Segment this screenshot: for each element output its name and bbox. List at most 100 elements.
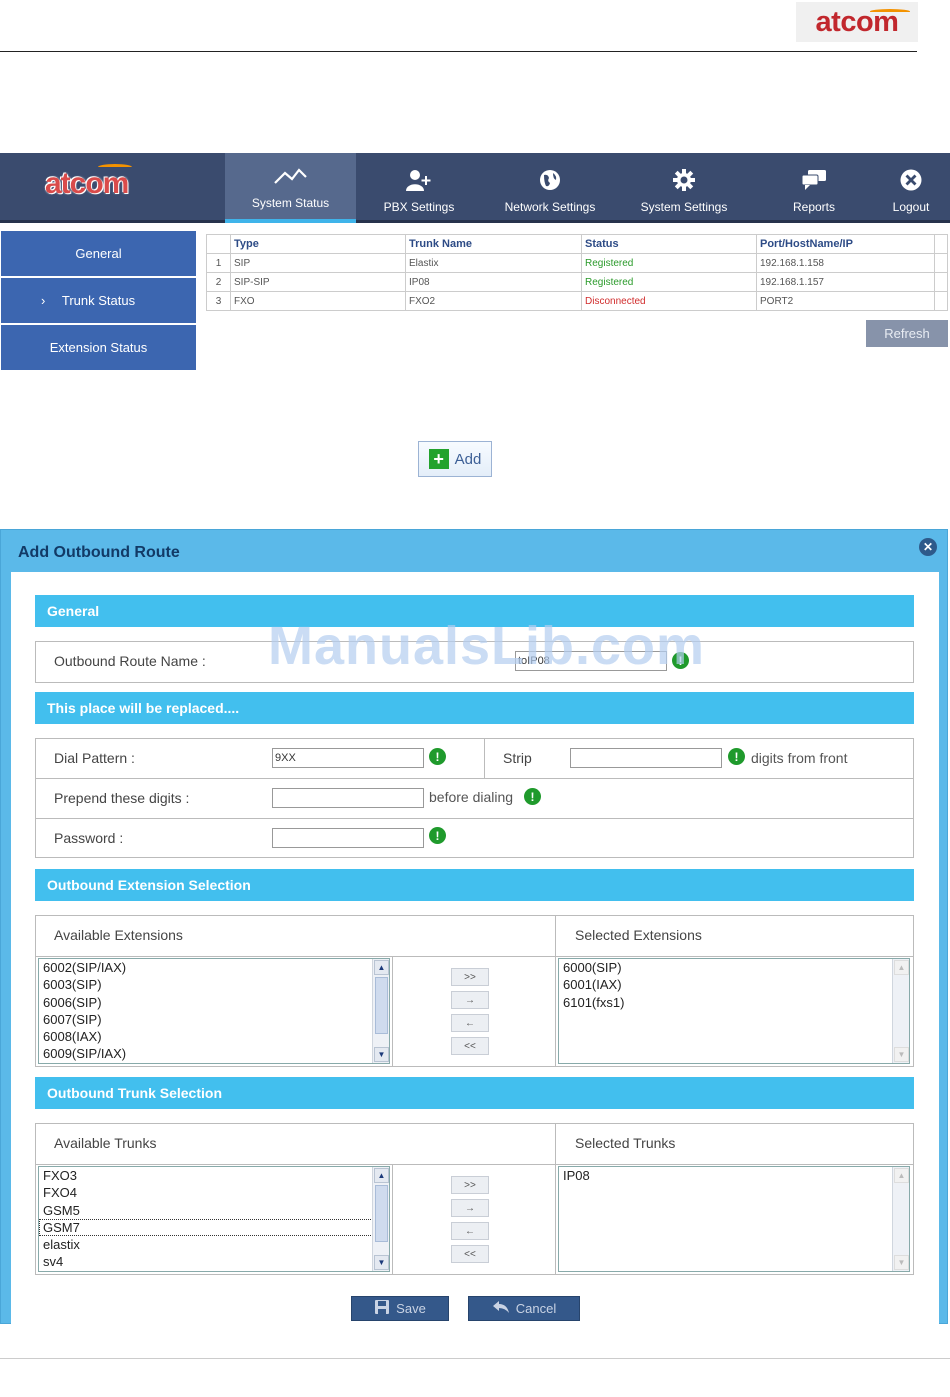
scroll-down-icon: ▼ — [894, 1255, 909, 1270]
scroll-up-icon[interactable]: ▲ — [374, 960, 389, 975]
available-trunks-list[interactable]: FXO3 FXO4 GSM5 GSM7 elastix sv4 ▲ ▼ — [38, 1166, 390, 1272]
cell-trunk-name: IP08 — [405, 272, 582, 292]
list-item[interactable]: IP08 — [559, 1167, 909, 1184]
prepend-input[interactable] — [272, 788, 424, 808]
prepend-suffix: before dialing — [429, 789, 514, 805]
app-logo-swoosh-icon — [98, 164, 133, 170]
move-all-left-button[interactable]: << — [451, 1245, 489, 1263]
password-label: Password : — [54, 830, 124, 846]
cell-empty — [934, 253, 948, 273]
nav-logout[interactable]: Logout — [878, 153, 944, 223]
move-left-button[interactable]: ← — [451, 1014, 489, 1032]
scroll-thumb[interactable] — [375, 977, 388, 1034]
reply-arrow-icon — [492, 1300, 510, 1317]
cell-host: PORT2 — [756, 291, 935, 311]
add-button[interactable]: + Add — [418, 441, 492, 477]
info-icon[interactable]: ! — [728, 748, 745, 765]
list-item[interactable]: 6007(SIP) — [39, 1011, 389, 1028]
move-all-right-button[interactable]: >> — [451, 968, 489, 986]
info-icon[interactable]: ! — [524, 788, 541, 805]
list-item[interactable]: 6009(SIP/IAX) — [39, 1045, 389, 1062]
scroll-thumb[interactable] — [375, 1185, 388, 1242]
move-right-button[interactable]: → — [451, 1199, 489, 1217]
scrollbar[interactable]: ▲ ▼ — [372, 1167, 389, 1271]
password-input[interactable] — [272, 828, 424, 848]
info-icon[interactable]: ! — [672, 652, 689, 669]
nav-network-settings[interactable]: Network Settings — [482, 153, 618, 223]
dial-pattern-input[interactable]: 9XX — [272, 748, 424, 768]
column-header-host: Port/HostName/IP — [756, 234, 935, 254]
sidebar-item-extension-status[interactable]: Extension Status — [1, 325, 196, 370]
save-button[interactable]: Save — [351, 1296, 449, 1321]
move-all-left-button[interactable]: << — [451, 1037, 489, 1055]
cancel-button[interactable]: Cancel — [468, 1296, 580, 1321]
nav-pbx-settings[interactable]: PBX Settings — [356, 153, 482, 223]
strip-input[interactable] — [570, 748, 722, 768]
list-item[interactable]: elastix — [39, 1236, 389, 1253]
logo-swoosh-icon — [870, 9, 910, 14]
list-item[interactable]: GSM5 — [39, 1202, 389, 1219]
trunk-status-table: Type Trunk Name Status Port/HostName/IP … — [206, 234, 948, 311]
nav-reports[interactable]: Reports — [750, 153, 878, 223]
cell-trunk-name: FXO2 — [405, 291, 582, 311]
info-icon[interactable]: ! — [429, 827, 446, 844]
scroll-down-icon[interactable]: ▼ — [374, 1047, 389, 1062]
scroll-up-icon[interactable]: ▲ — [374, 1168, 389, 1183]
section-general: General — [35, 595, 914, 627]
available-extensions-list[interactable]: 6002(SIP/IAX) 6003(SIP) 6006(SIP) 6007(S… — [38, 958, 390, 1064]
list-item[interactable]: GSM7 — [39, 1218, 389, 1237]
list-item[interactable]: 6006(SIP) — [39, 994, 389, 1011]
refresh-button[interactable]: Refresh — [866, 320, 948, 347]
info-icon[interactable]: ! — [429, 748, 446, 765]
available-trunks-label: Available Trunks — [54, 1135, 157, 1151]
sidebar-item-label: Extension Status — [49, 340, 148, 355]
sidebar-item-trunk-status[interactable]: › Trunk Status — [1, 278, 196, 323]
move-left-button[interactable]: ← — [451, 1222, 489, 1240]
move-right-button[interactable]: → — [451, 991, 489, 1009]
footer-rule — [0, 1358, 950, 1359]
selected-trunks-list[interactable]: IP08 ▲ ▼ — [558, 1166, 910, 1272]
selected-extensions-list[interactable]: 6000(SIP) 6001(IAX) 6101(fxs1) ▲ ▼ — [558, 958, 910, 1064]
nav-system-settings[interactable]: System Settings — [618, 153, 750, 223]
list-item[interactable]: 6001(IAX) — [559, 976, 909, 993]
list-item[interactable]: FXO4 — [39, 1184, 389, 1201]
row-number: 2 — [206, 272, 231, 292]
list-item[interactable]: 6003(SIP) — [39, 976, 389, 993]
col-divider — [392, 956, 393, 1066]
manual-page: atcom atcom System Status PBX Settings N… — [0, 0, 950, 1397]
scrollbar[interactable]: ▲ ▼ — [372, 959, 389, 1063]
globe-icon — [538, 167, 562, 193]
selected-trunks-label: Selected Trunks — [575, 1135, 676, 1151]
table-row[interactable]: 2 SIP-SIP IP08 Registered 192.168.1.157 — [206, 272, 948, 292]
list-item[interactable]: 6101(fxs1) — [559, 994, 909, 1011]
nav-system-settings-label: System Settings — [640, 200, 728, 214]
floppy-disk-icon — [374, 1299, 390, 1318]
close-icon[interactable]: ✕ — [919, 538, 937, 556]
nav-system-status[interactable]: System Status — [225, 153, 356, 223]
list-item[interactable]: FXO3 — [39, 1167, 389, 1184]
table-row[interactable]: 3 FXO FXO2 Disconnected PORT2 — [206, 291, 948, 311]
list-item[interactable]: sv4 — [39, 1253, 389, 1270]
sidebar-item-label: Trunk Status — [61, 293, 136, 308]
cell-host: 192.168.1.157 — [756, 272, 935, 292]
route-name-label: Outbound Route Name : — [54, 653, 206, 669]
sidebar-item-general[interactable]: General — [1, 231, 196, 276]
section-placeholder: This place will be replaced.... — [35, 692, 914, 724]
table-row[interactable]: 1 SIP Elastix Registered 192.168.1.158 — [206, 253, 948, 273]
column-header-scroll — [934, 234, 948, 254]
nav-network-settings-label: Network Settings — [504, 200, 596, 214]
list-item[interactable]: 6008(IAX) — [39, 1028, 389, 1045]
row-number: 1 — [206, 253, 231, 273]
plus-icon: + — [428, 449, 449, 469]
list-item[interactable]: 6002(SIP/IAX) — [39, 959, 389, 976]
cell-status: Disconnected — [581, 291, 757, 311]
scroll-down-icon[interactable]: ▼ — [374, 1255, 389, 1270]
nav-reports-label: Reports — [792, 200, 836, 214]
table-header-row: Type Trunk Name Status Port/HostName/IP — [206, 234, 948, 254]
available-extensions-label: Available Extensions — [54, 927, 183, 943]
route-name-input[interactable]: toIP08 — [515, 651, 667, 671]
scrollbar: ▲ ▼ — [892, 959, 909, 1063]
list-item[interactable]: 6000(SIP) — [559, 959, 909, 976]
scroll-up-icon: ▲ — [894, 960, 909, 975]
move-all-right-button[interactable]: >> — [451, 1176, 489, 1194]
